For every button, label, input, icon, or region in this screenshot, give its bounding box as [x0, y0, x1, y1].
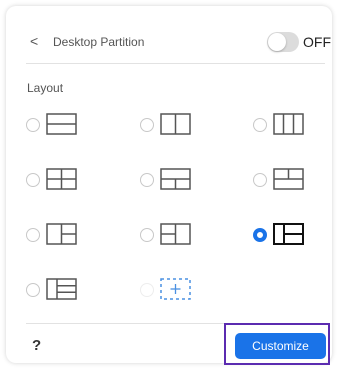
panel-header: < Desktop Partition OFF — [6, 28, 332, 58]
left-two-right-one-layout-icon — [160, 223, 191, 245]
layout-radio-disabled — [140, 283, 154, 297]
layout-radio[interactable] — [140, 228, 154, 242]
layout-radio[interactable] — [26, 173, 40, 187]
toggle-knob — [268, 33, 286, 51]
layout-option-left-two-right-one[interactable] — [140, 220, 230, 252]
layout-option-three-columns[interactable] — [253, 110, 338, 142]
layout-option-custom-add[interactable] — [140, 275, 230, 307]
layout-option-left-one-right-three[interactable] — [26, 275, 116, 307]
layout-option-top-two-bottom-one[interactable] — [253, 165, 338, 197]
layout-radio[interactable] — [26, 228, 40, 242]
layout-option-four-grid[interactable] — [26, 165, 116, 197]
layout-radio-selected[interactable] — [253, 228, 267, 242]
four-grid-layout-icon — [46, 168, 77, 190]
back-chevron-icon[interactable]: < — [30, 33, 38, 49]
layout-option-left-one-right-two[interactable] — [26, 220, 116, 252]
two-rows-layout-icon — [46, 113, 77, 135]
add-custom-layout-icon — [160, 278, 191, 300]
layout-radio[interactable] — [253, 173, 267, 187]
partition-toggle[interactable] — [267, 32, 299, 52]
layout-option-two-rows[interactable] — [26, 110, 116, 142]
help-icon[interactable]: ? — [32, 337, 41, 355]
customize-button[interactable]: Customize — [235, 333, 326, 359]
layout-radio[interactable] — [26, 283, 40, 297]
left-one-right-three-layout-icon — [46, 278, 77, 300]
panel-title: Desktop Partition — [53, 35, 145, 49]
desktop-partition-panel: < Desktop Partition OFF Layout ? Customi… — [6, 6, 332, 365]
header-divider — [26, 63, 325, 64]
top-one-bottom-two-layout-icon — [160, 168, 191, 190]
layout-option-two-columns[interactable] — [140, 110, 230, 142]
top-two-bottom-one-layout-icon — [273, 168, 304, 190]
layout-option-top-one-bottom-two[interactable] — [140, 165, 230, 197]
layout-option-left-one-right-two-alt[interactable] — [253, 220, 338, 252]
layout-label: Layout — [27, 81, 64, 95]
two-columns-layout-icon — [160, 113, 191, 135]
layout-radio[interactable] — [26, 118, 40, 132]
three-columns-layout-icon — [273, 113, 304, 135]
left-one-right-two-layout-icon — [46, 223, 77, 245]
layout-radio[interactable] — [140, 173, 154, 187]
layout-radio[interactable] — [253, 118, 267, 132]
toggle-state-label: OFF — [303, 34, 331, 50]
left-one-right-two-alt-layout-icon — [273, 223, 304, 245]
layout-radio[interactable] — [140, 118, 154, 132]
